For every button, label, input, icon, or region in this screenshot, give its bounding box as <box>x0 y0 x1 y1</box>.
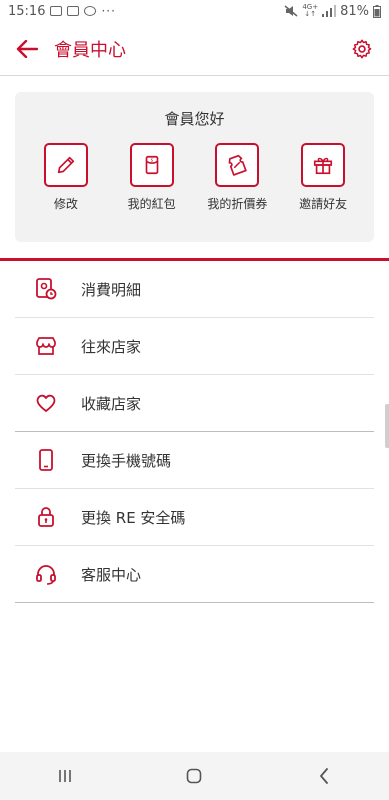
invite-friends-icon-box <box>301 143 346 187</box>
menu-item-customer-service[interactable]: 客服中心 <box>15 546 374 603</box>
gear-icon <box>352 39 372 58</box>
network-type-icon: 4G+ ↓↑ <box>302 4 318 18</box>
headset-icon <box>31 559 61 589</box>
status-left: 15:16 ··· <box>8 4 284 19</box>
coupon-icon <box>228 154 248 176</box>
edit-profile-label: 修改 <box>53 197 78 211</box>
mute-icon <box>284 5 298 17</box>
chat-notification-icon <box>84 6 97 16</box>
gift-icon <box>314 157 333 175</box>
status-time: 15:16 <box>8 3 46 19</box>
edit-profile-button[interactable]: 修改 <box>26 143 106 212</box>
pencil-icon <box>57 156 75 174</box>
system-back-button[interactable] <box>304 756 344 796</box>
menu-item-label: 往來店家 <box>81 337 142 356</box>
red-envelope-icon-box: $ <box>129 143 174 187</box>
red-envelope-button[interactable]: $ 我的紅包 <box>112 143 192 212</box>
svg-text:$: $ <box>150 157 153 163</box>
coupon-button[interactable]: 我的折價券 <box>197 143 277 212</box>
network-arrows: ↓↑ <box>304 10 317 18</box>
more-notifications-icon: ··· <box>101 4 116 18</box>
invite-friends-label: 邀請好友 <box>299 197 348 211</box>
menu-item-change-security-code[interactable]: 更換 RE 安全碼 <box>15 489 374 546</box>
scroll-handle[interactable] <box>385 404 389 448</box>
member-greeting: 會員您好 <box>164 110 225 128</box>
recents-icon <box>59 770 71 782</box>
battery-icon <box>373 4 381 18</box>
quick-actions: 修改 $ 我的紅包 我的折價券 邀請好友 <box>15 143 374 212</box>
menu-item-label: 更換 RE 安全碼 <box>81 508 186 527</box>
menu-item-purchase-history[interactable]: 消費明細 <box>15 261 374 318</box>
app-bar: 會員中心 <box>0 22 389 76</box>
menu-item-label: 客服中心 <box>81 565 142 584</box>
arrow-left-icon <box>16 39 38 58</box>
status-right: 4G+ ↓↑ 81% <box>284 4 381 19</box>
back-button[interactable] <box>12 34 42 64</box>
coupon-label: 我的折價券 <box>207 197 268 211</box>
menu-item-visited-stores[interactable]: 往來店家 <box>15 318 374 375</box>
edit-profile-icon-box <box>43 143 88 187</box>
signal-icon <box>322 5 337 17</box>
menu-list: 消費明細 往來店家 收藏店家 更換手機號碼 更換 RE 安全碼 客服中心 <box>0 261 389 603</box>
back-chevron-icon <box>320 768 329 784</box>
menu-item-favorite-stores[interactable]: 收藏店家 <box>15 375 374 432</box>
lock-icon <box>31 502 61 532</box>
menu-item-label: 收藏店家 <box>81 394 142 413</box>
red-envelope-icon: $ <box>145 155 158 175</box>
menu-item-change-phone[interactable]: 更換手機號碼 <box>15 432 374 489</box>
settings-button[interactable] <box>347 34 377 64</box>
page-title: 會員中心 <box>54 39 126 61</box>
status-bar: 15:16 ··· 4G+ ↓↑ 81% <box>0 0 389 22</box>
heart-icon <box>31 388 61 418</box>
receipt-clock-icon <box>31 274 61 304</box>
recents-button[interactable] <box>45 756 85 796</box>
invite-friends-button[interactable]: 邀請好友 <box>283 143 363 212</box>
member-card: 會員您好 修改 $ 我的紅包 我的折價券 邀請好友 <box>15 92 374 242</box>
home-button[interactable] <box>174 756 214 796</box>
mail-notification-icon <box>67 6 80 16</box>
system-nav-bar <box>0 752 389 800</box>
phone-icon <box>31 445 61 475</box>
home-icon <box>187 768 202 784</box>
coupon-icon-box <box>215 143 260 187</box>
battery-level: 81% <box>340 3 369 19</box>
red-envelope-label: 我的紅包 <box>127 197 176 211</box>
store-icon <box>31 331 61 361</box>
menu-item-label: 消費明細 <box>81 280 142 299</box>
menu-item-label: 更換手機號碼 <box>81 451 172 470</box>
image-notification-icon <box>50 6 63 16</box>
